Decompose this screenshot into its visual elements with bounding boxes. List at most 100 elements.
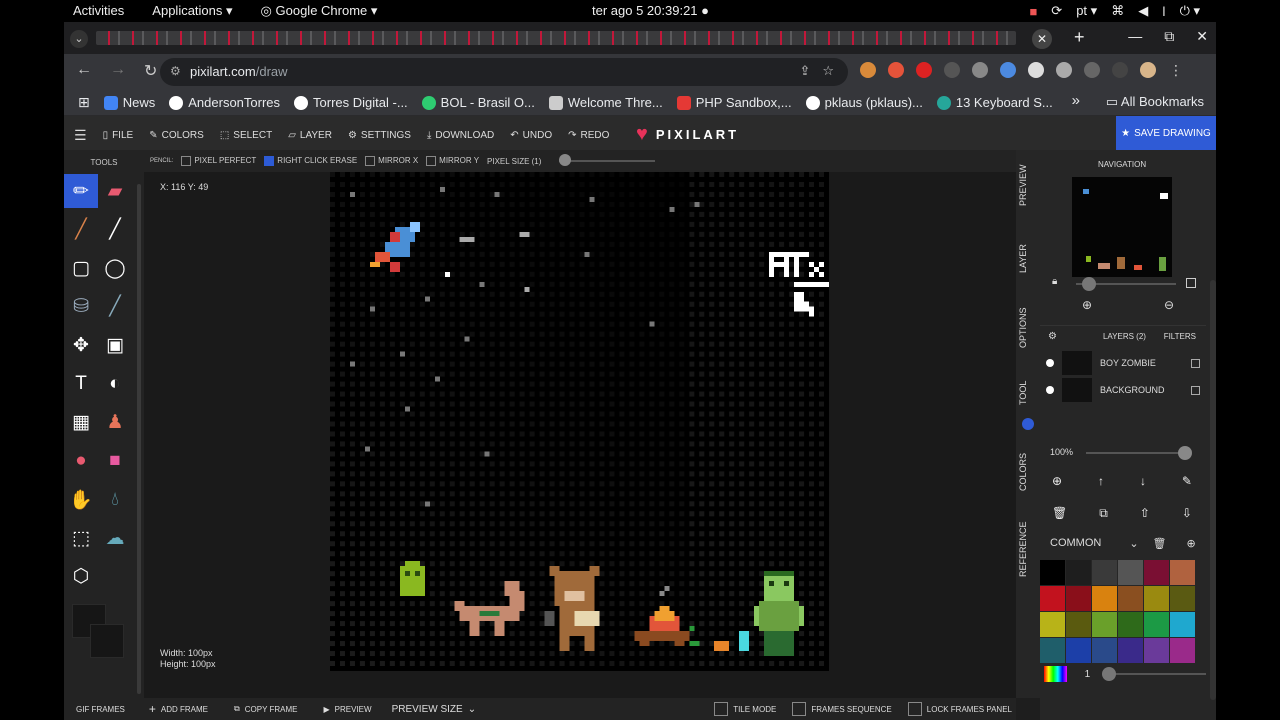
palette-swatch[interactable] [1118, 560, 1143, 585]
address-bar[interactable]: ⚙ pixilart.com/draw ⇪ ☆ [160, 58, 848, 86]
bookmark-item[interactable]: Welcome Thre... [548, 94, 663, 111]
tab-tool[interactable]: TOOL [1018, 372, 1038, 414]
apps-grid-icon[interactable]: ⊞ [78, 94, 90, 111]
layer-settings-icon[interactable]: ⚙ [1048, 331, 1057, 342]
menu-undo[interactable]: ↶ UNDO [510, 130, 552, 141]
layer-row[interactable]: BACKGROUND [1040, 377, 1206, 403]
lock-frames-toggle[interactable]: LOCK FRAMES PANEL [907, 702, 1012, 716]
palette-swatch[interactable] [1144, 586, 1169, 611]
line-tool-icon[interactable]: ╱ [98, 213, 132, 247]
palette-swatch[interactable] [1144, 560, 1169, 585]
gif-frames-button[interactable]: GIF FRAMES [76, 705, 125, 714]
palette-swatch[interactable] [1170, 612, 1195, 637]
site-info-icon[interactable]: ⚙ [170, 64, 181, 78]
language-indicator[interactable]: pt ▾ [1076, 3, 1097, 19]
add-layer-icon[interactable]: ⊕ [1052, 474, 1062, 488]
maximize-icon[interactable]: ⧉ [1164, 28, 1174, 45]
extension-icon[interactable] [916, 62, 932, 78]
palette-swatch[interactable] [1118, 612, 1143, 637]
layer-select-checkbox[interactable] [1191, 385, 1200, 395]
tab-preview[interactable]: PREVIEW [1018, 160, 1038, 210]
menu-colors[interactable]: ✎ COLORS [149, 130, 204, 141]
palette-select[interactable]: COMMON [1050, 537, 1101, 549]
palette-swatch[interactable] [1144, 638, 1169, 663]
move-tool-icon[interactable]: ✥ [64, 328, 98, 362]
palette-swatch[interactable] [1066, 586, 1091, 611]
move-layer-down-icon[interactable]: ↓ [1140, 474, 1146, 488]
filters-button[interactable]: FILTERS [1164, 332, 1196, 341]
eyedropper-icon[interactable]: ╱ [98, 290, 132, 324]
mirror-y-toggle[interactable]: MIRROR Y [426, 156, 479, 166]
extension-icon[interactable] [1000, 62, 1016, 78]
extension-icon[interactable] [1028, 62, 1044, 78]
palette-swatch[interactable] [1040, 638, 1065, 663]
preview-button[interactable]: ▶ PREVIEW [324, 705, 372, 714]
palette-swatch[interactable] [1040, 560, 1065, 585]
right-click-erase-toggle[interactable]: RIGHT CLICK ERASE [264, 156, 357, 166]
visibility-icon[interactable] [1046, 359, 1054, 367]
palette-swatch[interactable] [1092, 586, 1117, 611]
tab-search-icon[interactable]: ⌄ [70, 30, 88, 48]
delete-palette-icon[interactable]: 🗑︎ [1153, 537, 1167, 550]
window-close-icon[interactable]: ✕ [1196, 28, 1208, 45]
dither-tool-icon[interactable]: ▦ [64, 406, 98, 440]
blob-tool-icon[interactable]: ☁︎ [98, 521, 132, 555]
merge-up-icon[interactable]: ⇧ [1140, 506, 1150, 521]
extension-icon[interactable] [972, 62, 988, 78]
extension-icon[interactable] [1056, 62, 1072, 78]
navigation-thumbnail[interactable] [1072, 177, 1172, 277]
tab-close-icon[interactable]: ✕ [1032, 29, 1052, 49]
lock-icon[interactable]: 🔒︎ [1052, 276, 1057, 287]
bookmark-item[interactable]: PHP Sandbox,... [676, 94, 792, 111]
extension-icon[interactable] [944, 62, 960, 78]
activities-button[interactable]: Activities [73, 3, 124, 19]
palette-swatch[interactable] [1092, 612, 1117, 637]
secondary-color-swatch[interactable] [90, 624, 124, 658]
ellipse-tool-icon[interactable]: ◯ [98, 251, 132, 285]
more-bookmarks-icon[interactable]: » [1072, 92, 1080, 109]
preview-size-select[interactable]: PREVIEW SIZE ⌄ [392, 704, 477, 715]
tab-reference[interactable]: REFERENCE [1018, 514, 1038, 584]
palette-swatch[interactable] [1170, 586, 1195, 611]
minimize-icon[interactable]: — [1128, 28, 1142, 45]
clock[interactable]: ter ago 5 20:39:21 ● [592, 3, 709, 18]
bookmark-item[interactable]: News [103, 94, 155, 111]
bookmark-item[interactable]: AndersonTorres [169, 94, 280, 111]
bookmark-item[interactable]: pklaus (pklaus)... [805, 94, 923, 111]
palette-swatch[interactable] [1066, 560, 1091, 585]
applications-menu[interactable]: Applications ▾ [152, 3, 232, 19]
extensions-puzzle-icon[interactable] [1084, 62, 1100, 78]
right-panel-scrollbar[interactable] [1210, 280, 1216, 700]
droplet-icon[interactable]: 💧︎ [98, 483, 132, 517]
zoom-out-icon[interactable]: ⊖ [1164, 298, 1174, 312]
palette-swatch[interactable] [1118, 586, 1143, 611]
pencil-tool-icon[interactable]: ✏ [64, 174, 98, 208]
extension-icon[interactable] [888, 62, 904, 78]
color-replace-icon[interactable]: ● [64, 444, 98, 478]
rectangle-tool-icon[interactable]: ▢ [64, 251, 98, 285]
extension-icon[interactable] [860, 62, 876, 78]
palette-swatch[interactable] [1040, 612, 1065, 637]
palette-slider[interactable] [1102, 667, 1206, 681]
bookmark-item[interactable]: 13 Keyboard S... [936, 94, 1053, 111]
pixel-perfect-toggle[interactable]: PIXEL PERFECT [181, 156, 256, 166]
chevron-down-icon[interactable]: ⌄ [1129, 537, 1138, 550]
zoom-slider[interactable] [1076, 277, 1176, 291]
hamburger-menu-icon[interactable]: ☰ [74, 127, 87, 144]
tabs-row[interactable] [96, 31, 1016, 45]
drawing-canvas[interactable] [330, 172, 829, 671]
layers-count[interactable]: LAYERS (2) [1103, 332, 1146, 341]
bookmark-item[interactable]: BOL - Brasil O... [421, 94, 535, 111]
tab-layer[interactable]: LAYER [1018, 236, 1038, 282]
bookmark-item[interactable]: Torres Digital -... [294, 94, 408, 111]
duplicate-layer-icon[interactable]: ⧉ [1099, 506, 1108, 521]
menu-redo[interactable]: ↷ REDO [568, 130, 609, 141]
select-area-icon[interactable]: ▣ [98, 328, 132, 362]
app-menu[interactable]: ◎ Google Chrome ▾ [261, 3, 378, 19]
palette-swatch[interactable] [1092, 638, 1117, 663]
edit-layer-icon[interactable]: ✎ [1182, 474, 1192, 488]
install-icon[interactable]: ⇪ [799, 63, 810, 79]
3d-cube-icon[interactable]: ⬡ [64, 560, 98, 594]
menu-select[interactable]: ⬚ SELECT [220, 130, 272, 141]
add-palette-icon[interactable]: ⊕ [1187, 537, 1196, 550]
